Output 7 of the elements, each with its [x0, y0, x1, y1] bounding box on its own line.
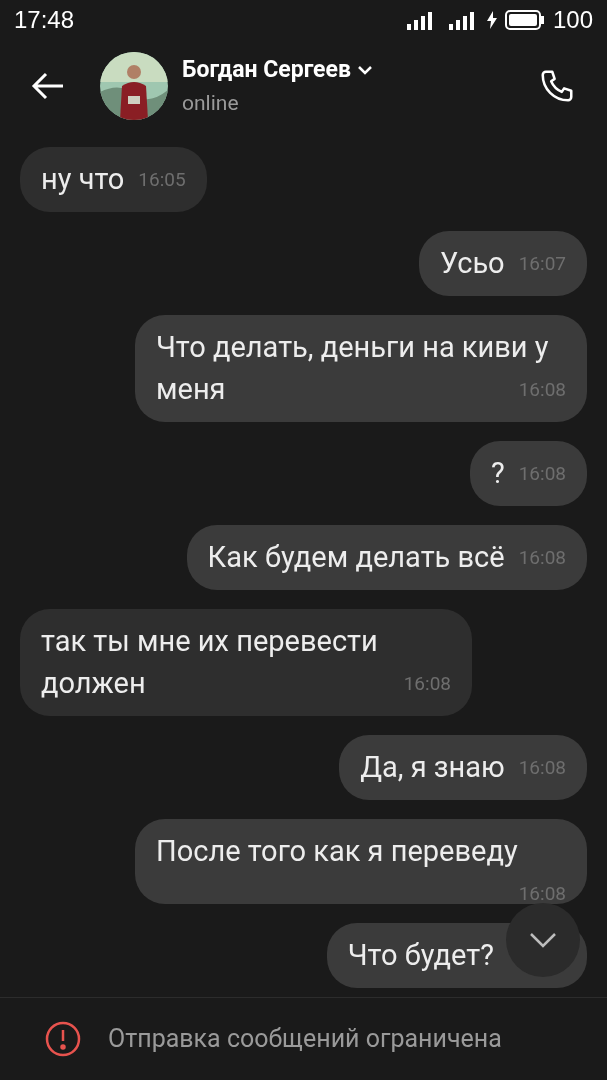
clock: 17:48	[14, 5, 75, 35]
incoming-message: так ты мне их перевести должен 16:08	[20, 609, 472, 716]
incoming-message: ну что 16:05	[20, 147, 207, 212]
contact-name[interactable]: Богдан Сергеев	[182, 53, 351, 88]
restriction-notice: Отправка сообщений ограничена	[108, 1023, 502, 1056]
contact-status: online	[182, 89, 240, 117]
battery-level: 100	[552, 5, 593, 35]
